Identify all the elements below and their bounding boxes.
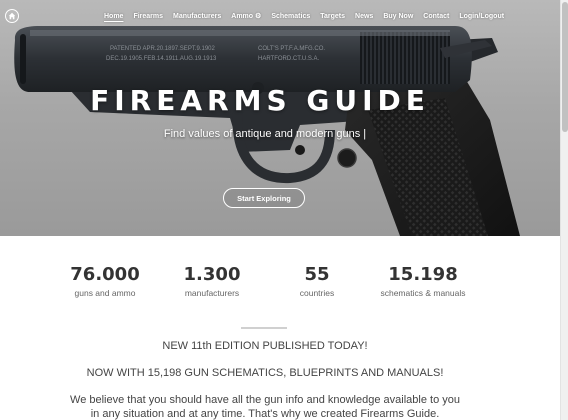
scrollbar-thumb[interactable]: [562, 2, 568, 132]
nav-item-home[interactable]: Home: [104, 13, 123, 20]
stat-label: countries: [299, 288, 335, 298]
svg-text:DEC.19.1905.FEB.14.1911.AUG.19: DEC.19.1905.FEB.14.1911.AUG.19.1913: [106, 56, 217, 62]
section-divider: [241, 327, 287, 329]
home-icon: [8, 12, 16, 20]
main-nav: Home Firearms Manufacturers Ammo ⚙ Schema…: [0, 9, 560, 23]
stat-manufacturers: 1.300 manufacturers: [162, 262, 262, 298]
nav-item-schematics[interactable]: Schematics: [271, 13, 310, 20]
stat-label: guns and ammo: [74, 288, 136, 298]
nav-item-news[interactable]: News: [355, 13, 373, 20]
intro-line-1: We believe that you should have all the …: [70, 394, 460, 406]
nav-item-manufacturers[interactable]: Manufacturers: [173, 13, 221, 20]
stat-value: 15.198: [388, 264, 458, 285]
hero-title: FIREARMS GUIDE: [90, 84, 430, 117]
stat-value: 1.300: [183, 264, 241, 285]
svg-text:PATENTED APR.20.1897.SEPT.9.19: PATENTED APR.20.1897.SEPT.9.1902: [110, 46, 215, 52]
stat-label: schematics & manuals: [380, 288, 466, 298]
hero-subtitle: Find values of antique and modern guns |: [163, 128, 367, 140]
stat-value: 76.000: [70, 264, 140, 285]
edition-headline: NEW 11th EDITION PUBLISHED TODAY!: [162, 340, 368, 352]
nav-item-targets[interactable]: Targets: [320, 13, 345, 20]
stat-countries: 55 countries: [267, 262, 367, 298]
intro-line-2: in any situation and at any time. That's…: [90, 408, 440, 420]
hero-section: PATENTED APR.20.1897.SEPT.9.1902 DEC.19.…: [0, 0, 560, 236]
stat-guns-ammo: 76.000 guns and ammo: [55, 262, 155, 298]
nav-item-buy-now[interactable]: Buy Now: [383, 13, 413, 20]
nav-item-ammo-label: Ammo: [231, 13, 254, 20]
intro-paragraph: We believe that you should have all the …: [0, 393, 530, 420]
stat-schematics: 15.198 schematics & manuals: [363, 262, 483, 298]
nav-item-firearms[interactable]: Firearms: [133, 13, 163, 20]
svg-text:COLT'S PT.F.A.MFG.CO.: COLT'S PT.F.A.MFG.CO.: [258, 46, 325, 52]
nav-item-ammo[interactable]: Ammo ⚙: [231, 12, 261, 20]
home-icon-button[interactable]: [5, 9, 19, 23]
schematics-headline: NOW WITH 15,198 GUN SCHEMATICS, BLUEPRIN…: [86, 367, 444, 379]
stat-value: 55: [304, 264, 330, 285]
nav-item-contact[interactable]: Contact: [423, 13, 449, 20]
start-exploring-button[interactable]: Start Exploring: [223, 188, 305, 208]
stat-label: manufacturers: [184, 288, 240, 298]
nav-items: Home Firearms Manufacturers Ammo ⚙ Schema…: [104, 9, 514, 23]
stats-section: 76.000 guns and ammo 1.300 manufacturers…: [0, 262, 560, 312]
gear-icon: ⚙: [255, 13, 262, 20]
nav-item-login-logout[interactable]: Login/Logout: [459, 13, 504, 20]
scrollbar[interactable]: [560, 0, 568, 420]
svg-text:HARTFORD.CT.U.S.A.: HARTFORD.CT.U.S.A.: [258, 56, 320, 62]
